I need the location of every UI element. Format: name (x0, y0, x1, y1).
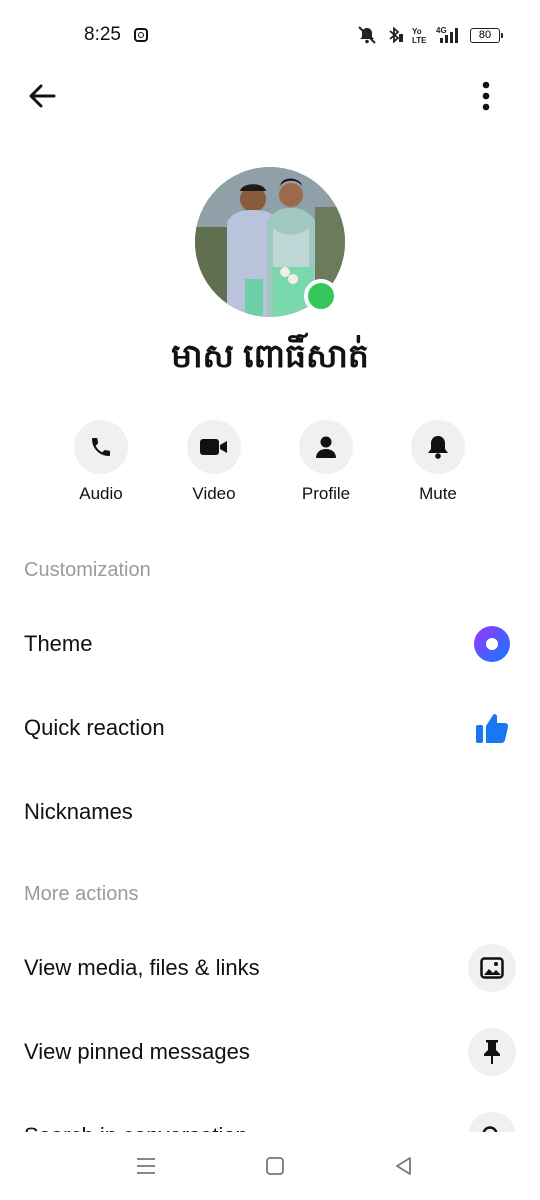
svg-text:4G: 4G (436, 26, 447, 35)
person-icon (316, 436, 336, 458)
image-icon (468, 944, 516, 992)
home-square-icon (266, 1157, 284, 1175)
battery-icon: 80 (470, 27, 503, 43)
video-button-circle (187, 420, 241, 474)
mute-label: Mute (419, 484, 457, 503)
online-status-indicator (304, 279, 338, 313)
view-media-label: View media, files & links (24, 955, 260, 980)
menu-icon (137, 1158, 155, 1174)
battery-level: 80 (478, 29, 492, 41)
svg-text:Yo: Yo (412, 27, 422, 36)
back-button[interactable] (22, 76, 62, 116)
profile-button[interactable]: Profile (276, 420, 376, 504)
more-vertical-icon (482, 81, 490, 111)
system-nav-bar (0, 1132, 540, 1200)
video-call-button[interactable]: Video (164, 420, 264, 504)
quick-reaction-row[interactable]: Quick reaction (0, 686, 540, 770)
video-label: Video (192, 484, 236, 503)
status-time: 8:25 (84, 24, 121, 45)
screen-content: 8:25 Yo LTE 4G 80 មាស ពោធិ៍សាត់ Audio Vi… (0, 0, 540, 1132)
contact-name: មាស ពោធិ៍សាត់ (171, 337, 369, 374)
home-button[interactable] (255, 1150, 295, 1182)
svg-text:LTE: LTE (412, 36, 427, 44)
video-camera-icon (200, 439, 227, 455)
view-media-row[interactable]: View media, files & links (0, 926, 540, 1010)
nicknames-label: Nicknames (24, 799, 133, 824)
recents-button[interactable] (126, 1150, 166, 1182)
instagram-icon (134, 28, 148, 42)
theme-label: Theme (24, 631, 93, 656)
profile-label: Profile (301, 484, 351, 503)
system-back-button[interactable] (384, 1150, 424, 1182)
search-conversation-row[interactable]: Search in conversation (0, 1094, 540, 1132)
arrow-left-icon (29, 84, 56, 108)
mute-icon (358, 26, 376, 44)
audio-call-button[interactable]: Audio (51, 420, 151, 504)
phone-icon (92, 438, 110, 456)
pin-icon (468, 1028, 516, 1076)
bell-icon (428, 436, 448, 459)
bluetooth-icon (389, 26, 403, 44)
signal-4g-icon: 4G (436, 26, 458, 43)
mute-button[interactable]: Mute (388, 420, 488, 504)
back-triangle-icon (396, 1157, 411, 1175)
status-bar: 8:25 Yo LTE 4G 80 (0, 0, 540, 72)
status-icons: Yo LTE 4G 80 (356, 26, 503, 44)
search-icon (468, 1112, 516, 1132)
quick-reaction-label: Quick reaction (24, 715, 165, 740)
search-conversation-label: Search in conversation (24, 1123, 248, 1132)
more-options-button[interactable] (466, 76, 506, 116)
audio-button-circle (74, 420, 128, 474)
mute-button-circle (411, 420, 465, 474)
more-actions-section-title: More actions (24, 883, 139, 905)
theme-row[interactable]: Theme (0, 602, 540, 686)
theme-circle-icon (468, 620, 516, 668)
audio-label: Audio (79, 484, 123, 503)
customization-section-title: Customization (24, 559, 151, 581)
nicknames-row[interactable]: Nicknames (0, 770, 540, 854)
view-pinned-label: View pinned messages (24, 1039, 250, 1064)
view-pinned-row[interactable]: View pinned messages (0, 1010, 540, 1094)
volte-icon: Yo LTE (412, 27, 427, 44)
profile-button-circle (299, 420, 353, 474)
thumbs-up-icon (468, 704, 516, 752)
